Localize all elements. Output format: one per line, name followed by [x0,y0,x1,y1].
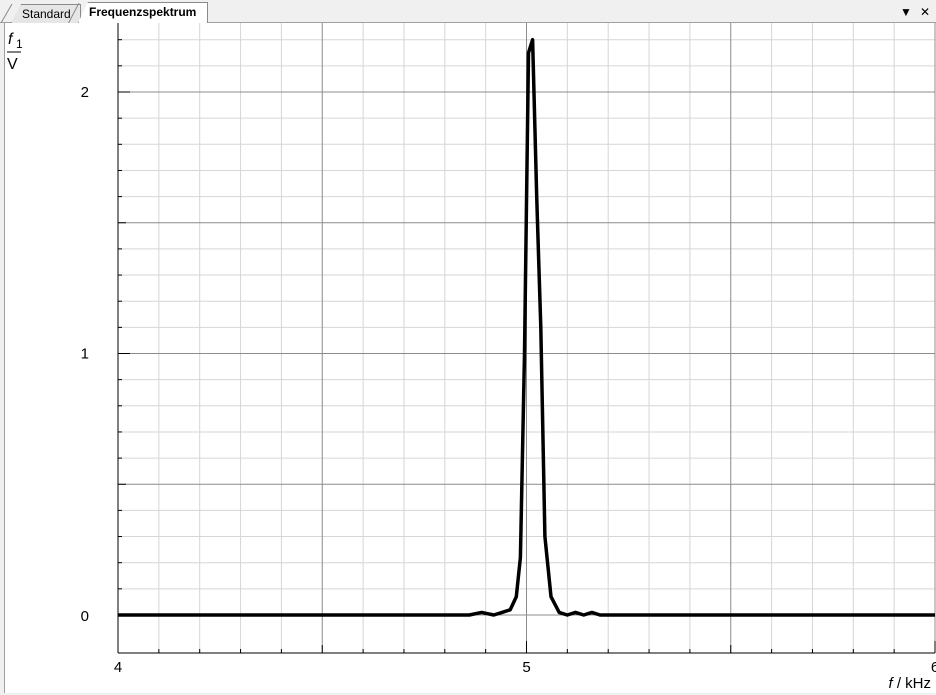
tab-frequenzspektrum[interactable]: Frequenzspektrum [78,2,208,23]
x-axis-unit: / kHz [893,675,931,692]
x-tick-label: 5 [522,659,530,676]
x-tick-label: 6 [931,659,936,676]
y-axis-title: f 1 V [7,31,23,73]
x-axis-label: f / kHz [888,675,931,692]
app-window: Standard Frequenzspektrum ▼ ✕ 4 5 6 0 1 2 f 1 [0,0,936,695]
tab-frequenz-slant [68,3,80,23]
x-tick-label: 4 [114,659,122,676]
tab-standard-label: Standard [22,7,71,21]
y-axis-unit: V [7,56,18,73]
plot-area[interactable]: 4 5 6 0 1 2 f 1 V f / kHz [4,23,936,693]
dropdown-arrow-icon[interactable]: ▼ [900,3,912,21]
y-tick-label: 0 [81,608,89,625]
close-icon[interactable]: ✕ [920,3,930,21]
tab-standard-slant [1,3,13,23]
tab-bar: Standard Frequenzspektrum ▼ ✕ [0,0,936,23]
tab-controls: ▼ ✕ [900,3,930,21]
y-tick-label: 1 [81,346,89,363]
tab-frequenzspektrum-label: Frequenzspektrum [89,5,197,19]
x-axis-title: f / kHz [888,675,931,692]
y-axis-symbol: f [8,31,14,48]
y-axis-subscript: 1 [16,37,23,51]
y-tick-label: 2 [81,84,89,101]
frequency-spectrum-chart[interactable]: 4 5 6 0 1 2 f 1 V f / kHz [5,23,936,693]
